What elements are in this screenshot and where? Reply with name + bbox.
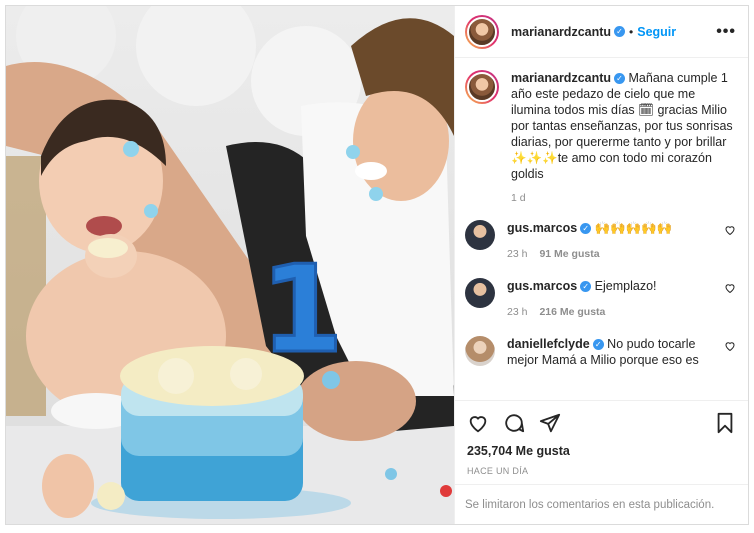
verified-icon: ✓: [614, 73, 626, 85]
comment-text: Ejemplazo!: [594, 279, 657, 293]
comment-age: 23 h: [507, 306, 528, 318]
bookmark-icon[interactable]: [714, 412, 736, 434]
verified-icon: ✓: [614, 26, 626, 37]
post-photo[interactable]: 1: [6, 6, 454, 524]
comment-username[interactable]: gus.marcos: [507, 279, 577, 293]
caption-username[interactable]: marianardzcantu: [511, 71, 611, 85]
comment-age: 23 h: [507, 248, 528, 260]
heart-icon[interactable]: [724, 224, 736, 236]
comment-likes[interactable]: 91 Me gusta: [539, 248, 599, 260]
share-icon[interactable]: [539, 412, 561, 434]
post-side-panel: marianardzcantu ✓ • Seguir ••• marianard…: [454, 6, 748, 524]
likes-count[interactable]: 235,704 Me gusta: [455, 444, 748, 462]
comment-item: gus.marcos ✓ 🙌🙌🙌🙌🙌 23 h 91 Me gusta: [465, 220, 736, 262]
comments-limited-notice: Se limitaron los comentarios en esta pub…: [455, 484, 748, 524]
comment-avatar[interactable]: [465, 336, 495, 366]
caption-age: 1 d: [511, 192, 526, 204]
post-modal: 1 marianardzcantu ✓ • Seguir ••• mariana…: [5, 5, 749, 525]
verified-icon: ✓: [580, 223, 592, 235]
follow-button[interactable]: Seguir: [637, 25, 676, 39]
author-avatar[interactable]: [465, 14, 499, 49]
post-header: marianardzcantu ✓ • Seguir •••: [455, 6, 748, 58]
comment-username[interactable]: daniellefclyde: [507, 337, 590, 351]
comment-item: daniellefclyde ✓ No pudo tocarle mejor Ma…: [465, 336, 736, 368]
post-timestamp: HACE UN DÍA: [467, 466, 529, 476]
comment-avatar[interactable]: [465, 220, 495, 250]
comments-list[interactable]: marianardzcantu ✓ Mañana cumple 1 año est…: [455, 58, 748, 400]
comment-likes[interactable]: 216 Me gusta: [539, 306, 605, 318]
caption: marianardzcantu ✓ Mañana cumple 1 año est…: [465, 70, 736, 204]
comment-item: gus.marcos ✓ Ejemplazo! 23 h 216 Me gusta: [465, 278, 736, 320]
heart-icon[interactable]: [467, 412, 489, 434]
caption-body: Mañana cumple 1 año este pedazo de cielo…: [511, 71, 733, 181]
separator-dot: •: [629, 24, 634, 39]
verified-icon: ✓: [592, 339, 604, 351]
photo-illustration: 1: [6, 6, 454, 524]
comment-avatar[interactable]: [465, 278, 495, 308]
comment-icon[interactable]: [503, 412, 525, 434]
caption-avatar[interactable]: [465, 70, 499, 104]
verified-icon: ✓: [580, 281, 592, 293]
comment-text: 🙌🙌🙌🙌🙌: [594, 221, 673, 235]
heart-icon[interactable]: [724, 282, 736, 294]
comment-username[interactable]: gus.marcos: [507, 221, 577, 235]
author-username[interactable]: marianardzcantu: [511, 25, 611, 39]
heart-icon[interactable]: [724, 340, 736, 352]
caption-text: marianardzcantu ✓ Mañana cumple 1 año est…: [511, 70, 736, 182]
cake-number: 1: [260, 241, 344, 380]
more-options-icon[interactable]: •••: [716, 23, 736, 41]
action-bar: [455, 400, 748, 444]
